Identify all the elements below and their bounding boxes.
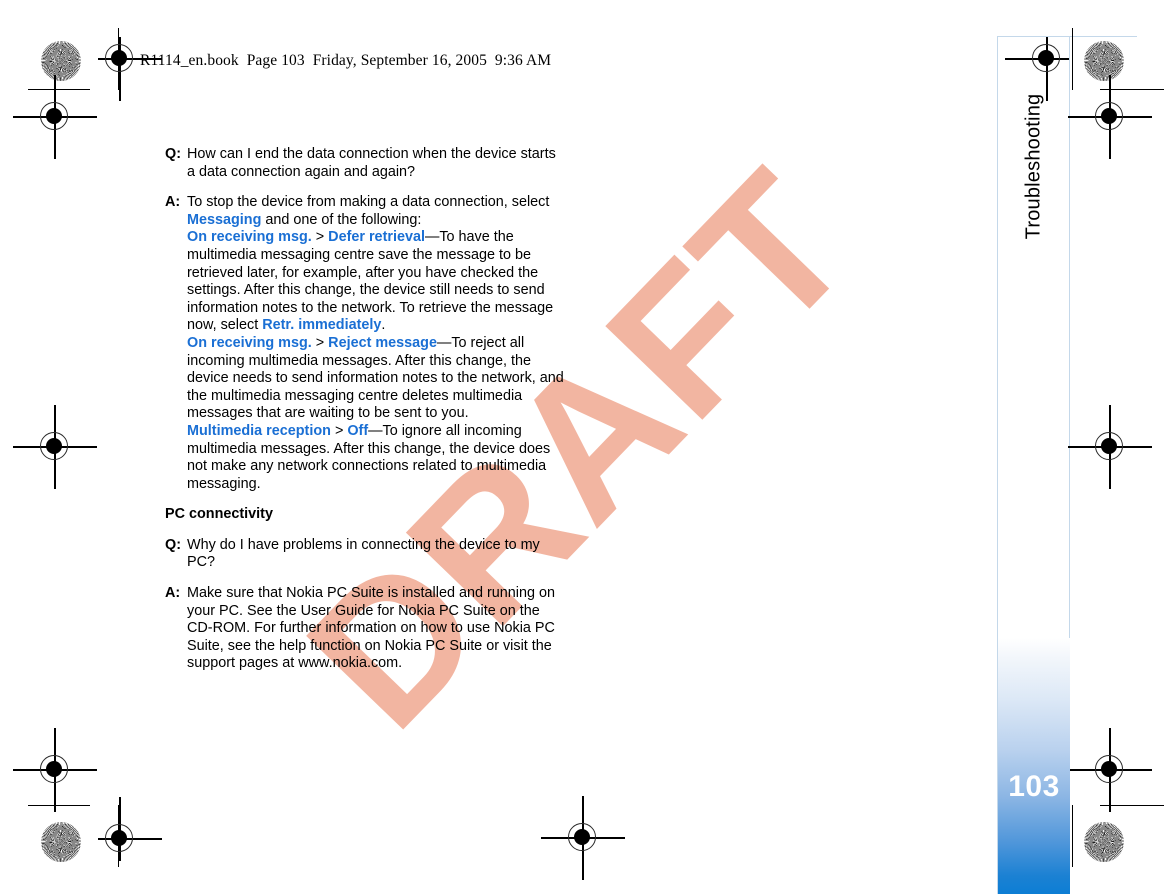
link-reject-message[interactable]: Reject message: [328, 335, 437, 351]
registration-mark-upper-left: [13, 75, 97, 159]
trim-line-left-vertical-bottom: [118, 805, 119, 867]
trim-line-right-vertical-bottom: [1072, 805, 1073, 867]
page-body: Q: How can I end the data connection whe…: [165, 146, 565, 686]
question-text: Why do I have problems in connecting the…: [187, 536, 540, 571]
trim-line-right-vertical-top: [1072, 28, 1073, 90]
chapter-title-text: Troubleshooting: [1022, 93, 1045, 239]
trim-line-top-horizontal-right: [1100, 89, 1164, 90]
answer-body: To stop the device from making a data co…: [187, 194, 565, 493]
answer-text: Make sure that Nokia PC Suite is install…: [187, 585, 555, 672]
answer-label: A:: [165, 585, 181, 602]
rosette-mark-bottom-right: [1084, 822, 1124, 862]
rosette-mark-bottom-left: [41, 822, 81, 862]
registration-mark-upper-right: [1068, 75, 1152, 159]
question-text: How can I end the data connection when t…: [187, 146, 556, 180]
book-file-header: R1114_en.book Page 103 Friday, September…: [140, 52, 552, 69]
registration-mark-middle-right: [1068, 405, 1152, 489]
registration-mark-bottom-left: [98, 797, 162, 861]
link-defer-retrieval[interactable]: Defer retrieval: [328, 229, 425, 245]
registration-mark-bottom-center: [541, 796, 625, 880]
section-heading-pc-connectivity: PC connectivity: [165, 506, 273, 523]
answer-label: A:: [165, 194, 181, 211]
answer-intro-after-link: and one of the following:: [261, 211, 422, 228]
trim-line-left-vertical-top: [118, 28, 119, 90]
link-off[interactable]: Off: [347, 423, 368, 439]
question-label: Q:: [165, 536, 181, 553]
registration-mark-lower-right: [1068, 728, 1152, 812]
faq-answer-2: A: Make sure that Nokia PC Suite is inst…: [165, 585, 565, 673]
question-label: Q:: [165, 146, 181, 162]
chapter-title-rotated: Troubleshooting: [998, 36, 1070, 296]
bullet1-text-end: .: [381, 317, 386, 334]
rosette-mark-top-right: [1084, 41, 1124, 81]
path-separator-2: >: [315, 334, 325, 351]
link-on-receiving-msg-1[interactable]: On receiving msg.: [187, 229, 312, 245]
path-separator-1: >: [315, 229, 325, 246]
rosette-mark-top-left: [41, 41, 81, 81]
link-messaging[interactable]: Messaging: [187, 212, 261, 228]
link-on-receiving-msg-2[interactable]: On receiving msg.: [187, 335, 312, 351]
path-separator-3: >: [334, 422, 344, 439]
registration-mark-lower-left: [13, 728, 97, 812]
faq-question-1: Q: How can I end the data connection whe…: [165, 146, 565, 181]
faq-answer-1: A: To stop the device from making a data…: [165, 194, 565, 493]
page-number: 103: [1008, 770, 1060, 803]
trim-line-top-horizontal-left: [28, 89, 90, 90]
registration-mark-top-left: [98, 37, 162, 101]
link-multimedia-reception[interactable]: Multimedia reception: [187, 423, 331, 439]
link-retr-immediately[interactable]: Retr. immediately: [262, 317, 381, 333]
trim-line-bottom-horizontal-right: [1100, 805, 1164, 806]
chapter-sidebar: Troubleshooting 103: [998, 36, 1070, 894]
sidebar-gradient-bar: [998, 638, 1070, 894]
answer-intro-before-link: To stop the device from making a data co…: [187, 194, 550, 211]
registration-mark-middle-left: [13, 405, 97, 489]
faq-question-2: Q: Why do I have problems in connecting …: [165, 537, 565, 572]
trim-line-bottom-horizontal-left: [28, 805, 90, 806]
